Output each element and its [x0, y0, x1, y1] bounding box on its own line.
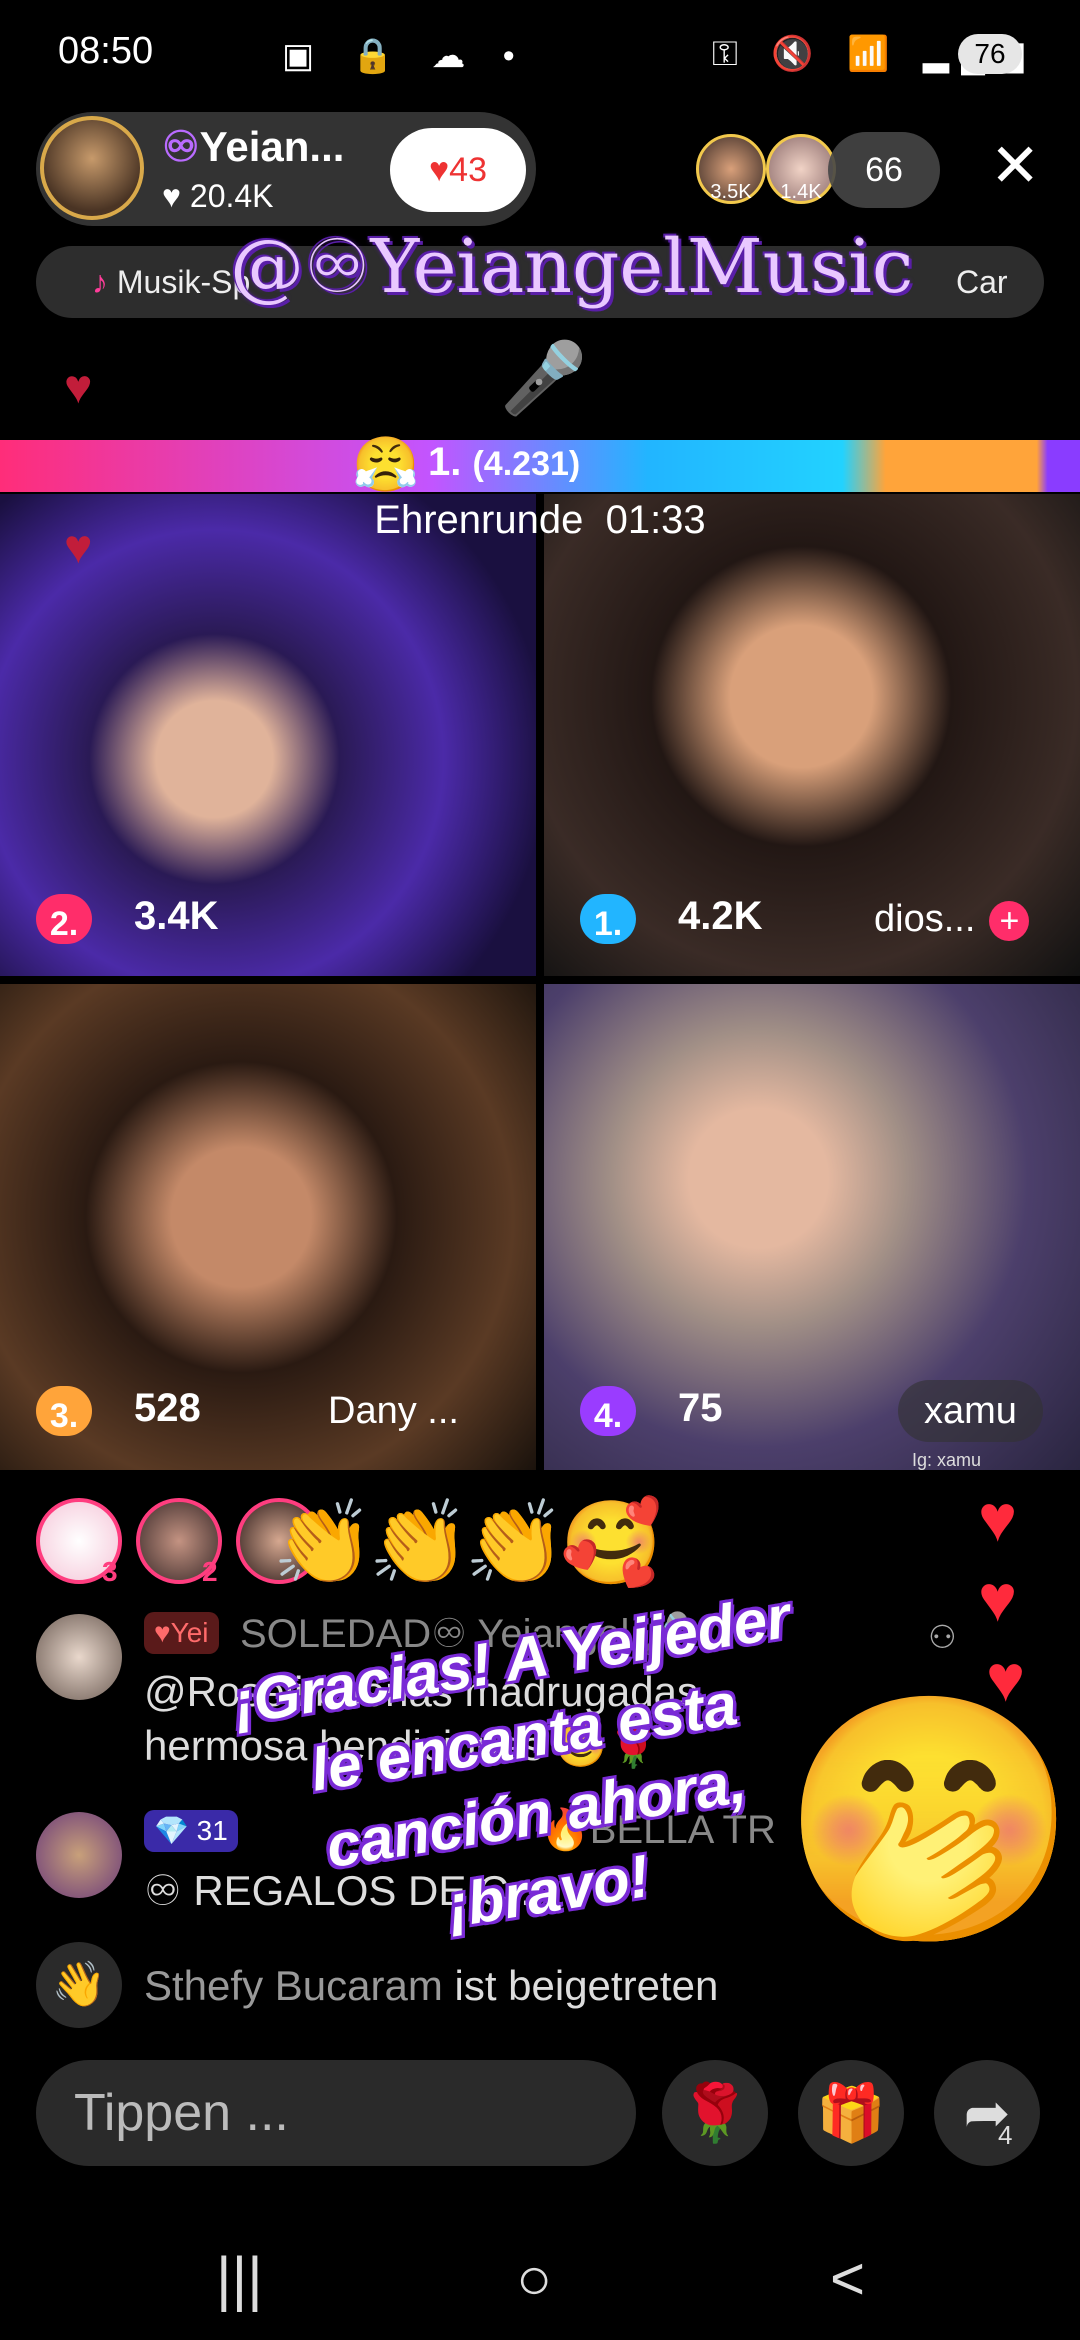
leader-score: 1. (4.231)	[428, 440, 581, 484]
infinity-icon: ♾	[162, 123, 200, 170]
top-viewer-avatar-1[interactable]: 3.5K	[696, 134, 766, 204]
reaction-emojis: 👏👏👏🥰	[272, 1498, 662, 1589]
blushing-emoji-sticker: 🤭	[780, 1686, 1079, 1954]
heart-icon: ♥	[428, 151, 450, 189]
join-message: Sthefy Bucaram ist beigetreten	[144, 1962, 719, 2009]
gifter-rank: 3	[102, 1556, 118, 1587]
tile-rank: 4.	[580, 1386, 636, 1436]
floating-heart-icon: ♥	[64, 361, 93, 414]
microphone-icon: 🎤	[500, 339, 588, 417]
host-name[interactable]: ♾Yeian...	[162, 122, 344, 171]
diamond-icon: 💎	[154, 1815, 197, 1846]
chat-badge: ♥Yei	[144, 1612, 219, 1654]
host-likes: ♥ 20.4K	[162, 178, 274, 214]
comment-input[interactable]: Tippen ...	[36, 2060, 636, 2166]
chat-badge: 💎 31	[144, 1810, 238, 1852]
rose-gift-button[interactable]: 🌹	[662, 2060, 768, 2166]
wave-icon[interactable]: 👋	[36, 1942, 122, 2028]
gifter-rank: 2	[202, 1556, 218, 1587]
tile-score: 4.2K	[678, 894, 763, 938]
system-nav-bar: ||| ○ <	[0, 2220, 1080, 2340]
tile-name-pill[interactable]: Dany ...	[302, 1380, 485, 1442]
close-icon[interactable]: ✕	[990, 136, 1040, 196]
round-timer: Ehrenrunde 01:33	[374, 498, 706, 542]
host-avatar[interactable]	[40, 116, 144, 220]
floating-heart-icon: ♥	[64, 521, 93, 574]
floating-heart-icon: ♥	[978, 1481, 1018, 1555]
follow-button[interactable]: ♥43	[390, 128, 526, 212]
home-icon[interactable]: ○	[516, 2244, 552, 2313]
battery-indicator: 76	[958, 34, 1022, 74]
tile-rank: 3.	[36, 1386, 92, 1436]
share-button[interactable]: ➦ 4	[934, 2060, 1040, 2166]
tile-rank: 2.	[36, 894, 92, 944]
tile-score: 75	[678, 1386, 723, 1430]
chat-avatar[interactable]	[36, 1812, 122, 1898]
tile-score: 528	[134, 1386, 201, 1430]
tile-name-pill[interactable]: xamu	[898, 1380, 1043, 1442]
profile-icon[interactable]: ⚇	[928, 1618, 957, 1656]
status-left-icons: ▣ 🔒 ☁ •	[282, 37, 529, 75]
heart-icon: ♥	[154, 1617, 171, 1648]
tile-watermark: Ig: xamu	[912, 1450, 982, 1470]
floating-heart-icon: ♥	[978, 1561, 1018, 1635]
angry-emoji-icon: 😤	[352, 435, 420, 495]
viewer-count[interactable]: 66	[828, 132, 940, 208]
chat-avatar[interactable]	[36, 1614, 122, 1700]
music-note-icon: ♪	[92, 264, 117, 300]
floating-heart-icon: ♥	[986, 1641, 1026, 1715]
gift-button[interactable]: 🎁	[798, 2060, 904, 2166]
recents-icon[interactable]: |||	[216, 2244, 263, 2313]
banner-right-text: Car	[956, 264, 1008, 300]
banner-left-text: ♪ Musik-Sp	[92, 264, 251, 300]
status-bar: 08:50 ▣ 🔒 ☁ • ⚿ 🔇 📶 ▂▄▆ 76	[0, 0, 1080, 110]
handle-overlay: @♾YeiangelMusic	[230, 224, 914, 310]
back-icon[interactable]: <	[830, 2244, 865, 2313]
tile-score: 3.4K	[134, 894, 219, 938]
top-viewer-avatar-2[interactable]: 1.4K	[766, 134, 836, 204]
plus-icon[interactable]: +	[989, 900, 1030, 941]
tile-rank: 1.	[580, 894, 636, 944]
status-time: 08:50	[58, 30, 154, 72]
tile-name-pill[interactable]: dios... +	[848, 888, 1055, 950]
